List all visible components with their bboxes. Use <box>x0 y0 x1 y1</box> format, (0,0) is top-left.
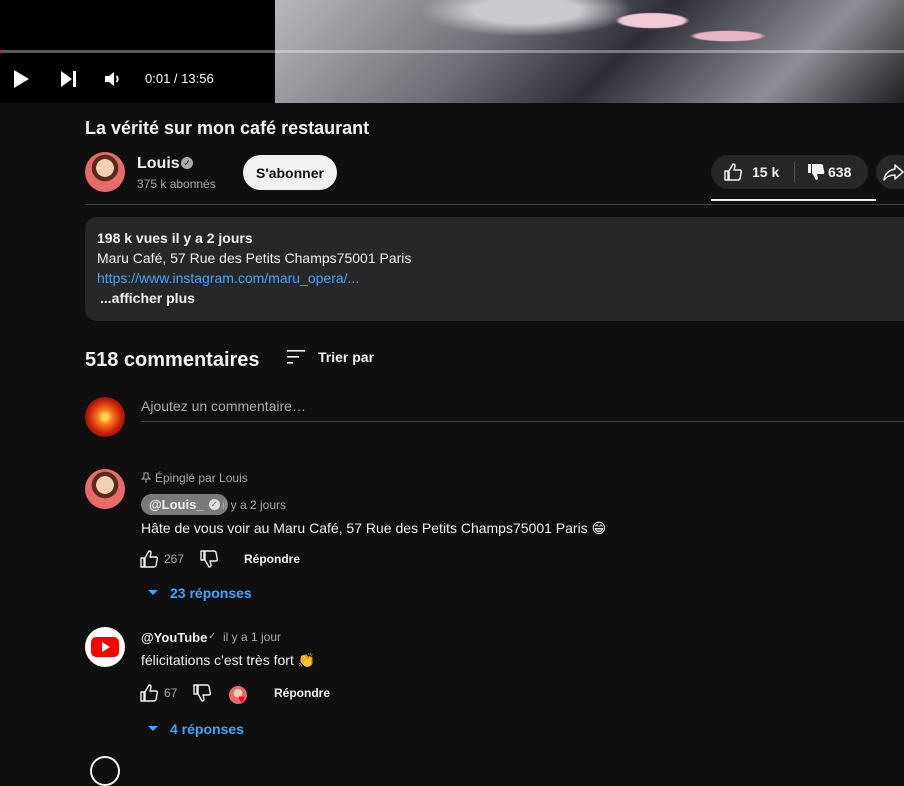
comment-author[interactable]: @YouTube <box>141 630 207 645</box>
comment-author: @Louis_ <box>149 497 204 512</box>
comment-dislike-button[interactable] <box>192 683 212 703</box>
comment-like-button[interactable] <box>139 549 159 569</box>
volume-icon <box>105 72 119 86</box>
replies-count: 4 réponses <box>170 721 244 737</box>
verified-icon: ✓ <box>208 499 220 510</box>
youtube-logo-icon <box>91 637 119 657</box>
verified-icon: ✓ <box>208 631 217 642</box>
comment-like-count: 267 <box>164 552 185 566</box>
like-count: 15 k <box>752 164 780 180</box>
channel-name[interactable]: Louis <box>137 155 180 173</box>
sort-icon <box>287 350 305 364</box>
thumb-down-icon <box>808 164 825 180</box>
like-button[interactable]: 15 k <box>711 155 794 189</box>
show-more-button[interactable]: ...afficher plus <box>100 290 195 306</box>
replies-toggle[interactable]: 4 réponses <box>147 721 244 737</box>
dislike-button[interactable]: 638 <box>796 155 868 189</box>
reply-button[interactable]: Répondre <box>274 686 330 700</box>
share-icon <box>883 164 904 181</box>
pinned-label: Épinglé par Louis <box>141 471 248 485</box>
video-stats: 198 k vues il y a 2 jours <box>97 230 253 246</box>
play-icon <box>14 70 29 88</box>
my-avatar <box>85 397 125 437</box>
replies-toggle[interactable]: 23 réponses <box>147 585 252 601</box>
comment-dislike-button[interactable] <box>199 549 219 569</box>
pinned-text: Épinglé par Louis <box>155 471 248 485</box>
like-divider <box>794 162 795 182</box>
thumb-up-icon <box>140 550 159 568</box>
comments-count: 518 commentaires <box>85 349 260 371</box>
reply-button[interactable]: Répondre <box>244 552 300 566</box>
pin-icon <box>141 472 151 483</box>
comment-like-count: 67 <box>164 686 178 700</box>
verified-icon: ✓ <box>181 157 193 169</box>
subscribe-button[interactable]: S'abonner <box>243 155 337 190</box>
description-link[interactable]: https://www.instagram.com/maru_opera/... <box>97 270 359 286</box>
progress-bar[interactable] <box>0 50 904 53</box>
time-display: 0:01 / 13:56 <box>145 71 214 86</box>
thumb-down-icon <box>193 684 212 702</box>
thumb-up-icon <box>140 684 159 702</box>
subscriber-count: 375 k abonnés <box>137 177 216 191</box>
chevron-down-icon <box>148 726 158 731</box>
comment-text: Hâte de vous voir au Maru Café, 57 Rue d… <box>141 520 607 536</box>
chevron-down-icon <box>148 590 158 595</box>
thumb-down-icon <box>200 550 219 568</box>
share-button[interactable] <box>876 155 904 189</box>
comment-avatar[interactable] <box>85 469 125 509</box>
heart-icon: ♥ <box>238 692 246 706</box>
description-address: Maru Café, 57 Rue des Petits Champs75001… <box>97 250 412 266</box>
sort-label: Trier par <box>318 349 375 365</box>
next-icon <box>61 71 76 87</box>
volume-button[interactable] <box>103 69 123 89</box>
dislike-count: 638 <box>828 164 852 180</box>
comment-time[interactable]: il y a 1 jour <box>223 630 281 644</box>
sort-button[interactable]: Trier par <box>286 346 374 368</box>
youtube-avatar[interactable] <box>85 627 125 667</box>
next-comment-avatar[interactable] <box>90 756 120 786</box>
channel-avatar[interactable] <box>85 152 125 192</box>
comment-author-chip[interactable]: @Louis_ ✓ <box>141 494 228 515</box>
divider <box>85 204 904 205</box>
replies-count: 23 réponses <box>170 585 252 601</box>
comment-time[interactable]: il y a 2 jours <box>222 498 286 512</box>
add-comment-underline <box>141 421 904 422</box>
next-button[interactable] <box>57 68 79 90</box>
add-comment-input[interactable]: Ajoutez un commentaire… <box>141 398 306 414</box>
progress-bar-fill <box>0 50 1 53</box>
video-player[interactable]: 0:01 / 13:56 <box>0 0 904 103</box>
comment-like-button[interactable] <box>139 683 159 703</box>
comment-text: félicitations c'est très fort 👏 <box>141 652 316 668</box>
thumb-up-icon <box>724 163 743 181</box>
video-title: La vérité sur mon café restaurant <box>85 118 370 138</box>
like-underline <box>711 199 876 201</box>
play-button[interactable] <box>10 68 32 90</box>
